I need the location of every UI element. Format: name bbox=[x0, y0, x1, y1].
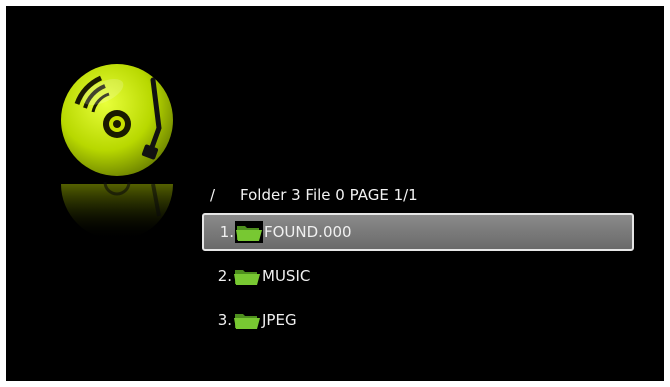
item-index: 2. bbox=[217, 267, 232, 285]
item-name: JPEG bbox=[262, 311, 297, 329]
item-index: 1. bbox=[219, 223, 234, 241]
music-disc-reflection-icon bbox=[61, 181, 173, 240]
folder-status-bar: / Folder 3 File 0 PAGE 1/1 bbox=[210, 186, 418, 204]
folder-file-page-count: Folder 3 File 0 PAGE 1/1 bbox=[240, 186, 418, 204]
file-list-item[interactable]: 1. FOUND.000 bbox=[202, 213, 634, 251]
file-list-item[interactable]: 2. MUSIC bbox=[202, 257, 634, 295]
current-path: / bbox=[210, 186, 216, 204]
folder-icon bbox=[234, 314, 260, 329]
item-index: 3. bbox=[217, 311, 232, 329]
file-list-item[interactable]: 3. JPEG bbox=[202, 301, 634, 339]
item-name: MUSIC bbox=[262, 267, 311, 285]
music-disc-icon bbox=[61, 64, 173, 176]
folder-icon bbox=[234, 270, 260, 285]
item-name: FOUND.000 bbox=[264, 223, 352, 241]
media-player-screen: / Folder 3 File 0 PAGE 1/1 1. FOUND.000 2… bbox=[6, 6, 664, 381]
folder-icon bbox=[235, 221, 263, 243]
